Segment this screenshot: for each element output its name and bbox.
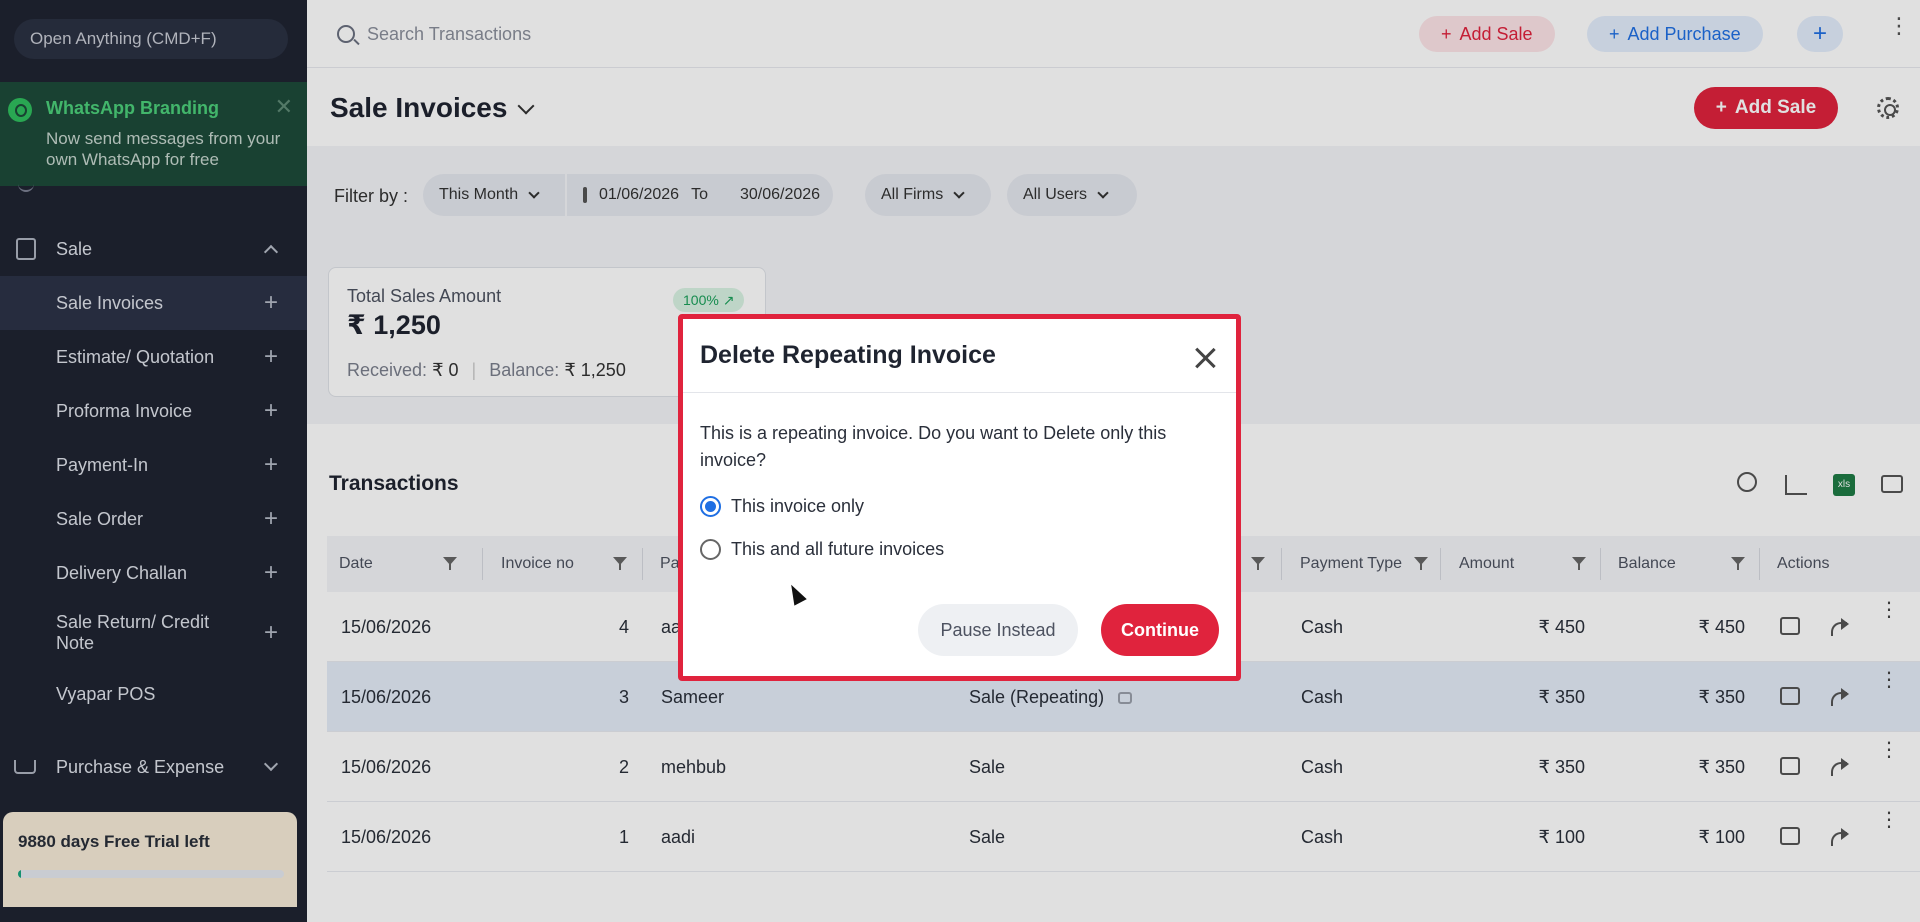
dialog-divider [683, 392, 1236, 393]
option-label: This and all future invoices [731, 539, 945, 559]
close-icon[interactable] [1193, 345, 1217, 369]
dialog-message: This is a repeating invoice. Do you want… [700, 423, 1167, 470]
radio-button[interactable] [700, 539, 721, 560]
option-label: This invoice only [731, 496, 865, 516]
continue-button[interactable]: Continue [1101, 604, 1219, 656]
pause-instead-button[interactable]: Pause Instead [918, 604, 1078, 656]
dialog-title: Delete Repeating Invoice [700, 341, 996, 369]
option-this-invoice-only[interactable]: This invoice only [700, 496, 864, 517]
radio-button[interactable] [700, 496, 721, 517]
option-this-and-future-invoices[interactable]: This and all future invoices [700, 539, 944, 560]
delete-repeating-invoice-dialog: Delete Repeating Invoice This is a repea… [678, 314, 1241, 681]
